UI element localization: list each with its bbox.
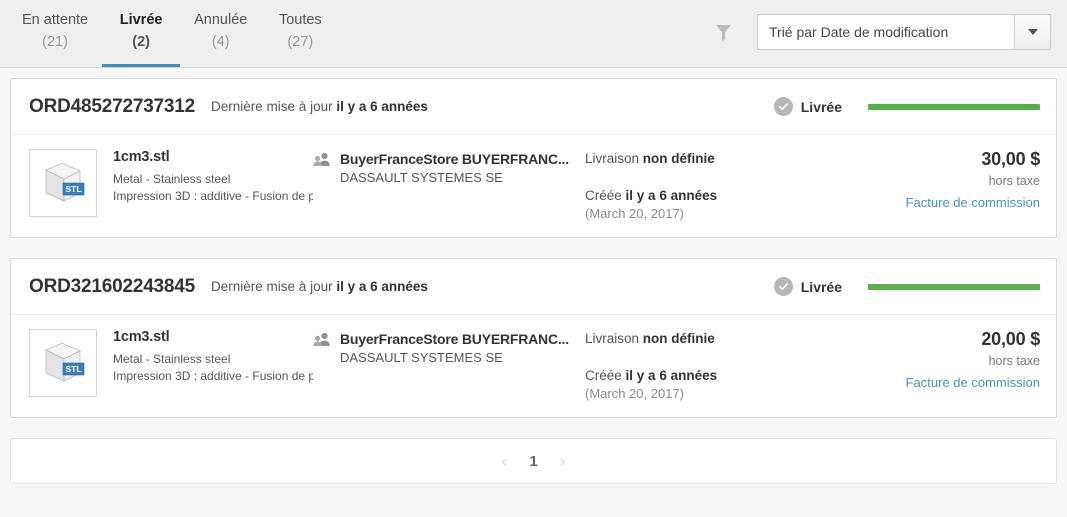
- tab-label: En attente: [22, 12, 89, 28]
- chevron-left-icon[interactable]: ‹: [482, 453, 527, 470]
- check-circle-icon: [773, 277, 793, 296]
- order-last-update: Dernière mise à jour il y a 6 années: [211, 99, 428, 114]
- price-tax-note: hors taxe: [988, 174, 1040, 188]
- order-body: STL 1cm3.stl Metal - Stainless steel Imp…: [11, 315, 1056, 417]
- created-label: Créée: [585, 368, 622, 383]
- funnel-icon[interactable]: [711, 20, 735, 44]
- order-last-update-value: il y a 6 années: [336, 279, 428, 294]
- created-value: il y a 6 années: [625, 188, 718, 203]
- created-exact-date: (March 20, 2017): [585, 386, 684, 401]
- status-label: Livrée: [800, 278, 842, 295]
- product-process: Impression 3D : additive - Fusion de p..…: [113, 189, 313, 203]
- price-tax-note: hors taxe: [988, 354, 1040, 368]
- created-date: Créée il y a 6 années: [585, 188, 860, 203]
- delivery-status: Livraison non définie: [585, 151, 860, 166]
- buyer-company: DASSAULT SYSTEMES SE: [340, 350, 503, 365]
- tab-toutes[interactable]: Toutes (27): [261, 0, 339, 67]
- product-name: 1cm3.stl: [113, 149, 170, 165]
- order-id: ORD485272737312: [29, 95, 196, 117]
- buyer-name: BuyerFranceStore BUYERFRANC...: [340, 151, 569, 167]
- header-controls: Trié par Date de modification: [711, 14, 1051, 50]
- status-badge: Livrée: [773, 277, 842, 296]
- people-icon: [313, 331, 331, 350]
- price-amount: 30,00 $: [981, 149, 1040, 169]
- order-progress-bar: [868, 283, 1040, 290]
- created-value: il y a 6 années: [625, 368, 718, 383]
- product-process: Impression 3D : additive - Fusion de p..…: [113, 369, 313, 383]
- tab-count: (4): [211, 34, 230, 50]
- order-progress-fill: [868, 283, 1040, 290]
- stl-cube-thumbnail[interactable]: STL: [29, 329, 97, 397]
- orders-list: ORD485272737312 Dernière mise à jour il …: [0, 68, 1067, 484]
- sort-dropdown-value[interactable]: Trié par Date de modification: [758, 15, 1014, 49]
- product-info: 1cm3.stl Metal - Stainless steel Impress…: [113, 149, 313, 205]
- delivery-status: Livraison non définie: [585, 331, 860, 346]
- created-exact-date: (March 20, 2017): [585, 206, 684, 221]
- buyer-info: BuyerFranceStore BUYERFRANC... DASSAULT …: [313, 329, 585, 365]
- order-card[interactable]: ORD485272737312 Dernière mise à jour il …: [10, 78, 1057, 238]
- product-info: 1cm3.stl Metal - Stainless steel Impress…: [113, 329, 313, 385]
- order-status-tabs: En attente (21) Livrée (2) Annulée (4) T…: [0, 0, 339, 67]
- tab-label: Toutes: [278, 12, 322, 28]
- svg-text:STL: STL: [65, 184, 81, 194]
- order-last-update-value: il y a 6 années: [336, 99, 428, 114]
- delivery-label: Livraison: [585, 151, 640, 166]
- buyer-text-block: BuyerFranceStore BUYERFRANC... DASSAULT …: [340, 151, 569, 185]
- buyer-text-block: BuyerFranceStore BUYERFRANC... DASSAULT …: [340, 331, 569, 365]
- tab-count: (27): [287, 34, 314, 50]
- order-card[interactable]: ORD321602243845 Dernière mise à jour il …: [10, 258, 1057, 418]
- status-badge: Livrée: [773, 97, 842, 116]
- page-number-1[interactable]: 1: [527, 453, 541, 470]
- buyer-company: DASSAULT SYSTEMES SE: [340, 170, 503, 185]
- product-material: Metal - Stainless steel: [113, 172, 231, 186]
- svg-text:STL: STL: [65, 364, 81, 374]
- caret-down-shape: [1027, 29, 1038, 35]
- order-progress-bar: [868, 103, 1040, 110]
- order-last-update-label: Dernière mise à jour: [211, 99, 333, 114]
- order-last-update-label: Dernière mise à jour: [211, 279, 333, 294]
- created-date: Créée il y a 6 années: [585, 368, 860, 383]
- product-name: 1cm3.stl: [113, 329, 170, 345]
- status-label: Livrée: [800, 98, 842, 115]
- order-id: ORD321602243845: [29, 275, 196, 297]
- order-header: ORD321602243845 Dernière mise à jour il …: [11, 259, 1056, 315]
- check-circle-icon: [773, 97, 793, 116]
- tab-label: Livrée: [119, 12, 163, 28]
- commission-invoice-link[interactable]: Facture de commission: [906, 195, 1040, 210]
- commission-invoice-link[interactable]: Facture de commission: [906, 375, 1040, 390]
- tab-count: (2): [132, 34, 150, 50]
- orders-header-bar: En attente (21) Livrée (2) Annulée (4) T…: [0, 0, 1067, 68]
- delivery-label: Livraison: [585, 331, 640, 346]
- order-last-update: Dernière mise à jour il y a 6 années: [211, 279, 428, 294]
- delivery-value: non définie: [642, 151, 715, 166]
- chevron-down-icon[interactable]: [1014, 15, 1050, 49]
- tab-annulee[interactable]: Annulée (4): [180, 0, 261, 67]
- buyer-name: BuyerFranceStore BUYERFRANC...: [340, 331, 569, 347]
- order-progress-fill: [868, 103, 1040, 110]
- product-material: Metal - Stainless steel: [113, 352, 231, 366]
- sort-dropdown[interactable]: Trié par Date de modification: [757, 14, 1051, 50]
- people-icon: [313, 151, 331, 170]
- buyer-info: BuyerFranceStore BUYERFRANC... DASSAULT …: [313, 149, 585, 185]
- tab-count: (21): [42, 34, 68, 50]
- order-price: 20,00 $ hors taxe Facture de commission: [906, 329, 1041, 390]
- tab-livree[interactable]: Livrée (2): [102, 0, 181, 67]
- pagination: ‹ 1 ›: [10, 438, 1057, 484]
- order-status-area: Livrée: [773, 277, 1040, 296]
- stl-cube-thumbnail[interactable]: STL: [29, 149, 97, 217]
- created-label: Créée: [585, 188, 622, 203]
- order-header: ORD485272737312 Dernière mise à jour il …: [11, 79, 1056, 135]
- delivery-value: non définie: [642, 331, 715, 346]
- price-amount: 20,00 $: [981, 329, 1040, 349]
- order-status-area: Livrée: [773, 97, 1040, 116]
- tab-en-attente[interactable]: En attente (21): [8, 0, 102, 67]
- chevron-right-icon[interactable]: ›: [541, 453, 586, 470]
- order-body: STL 1cm3.stl Metal - Stainless steel Imp…: [11, 135, 1056, 237]
- order-price: 30,00 $ hors taxe Facture de commission: [906, 149, 1041, 210]
- order-dates: Livraison non définie Créée il y a 6 ann…: [585, 329, 860, 401]
- order-dates: Livraison non définie Créée il y a 6 ann…: [585, 149, 860, 221]
- tab-label: Annulée: [194, 12, 248, 28]
